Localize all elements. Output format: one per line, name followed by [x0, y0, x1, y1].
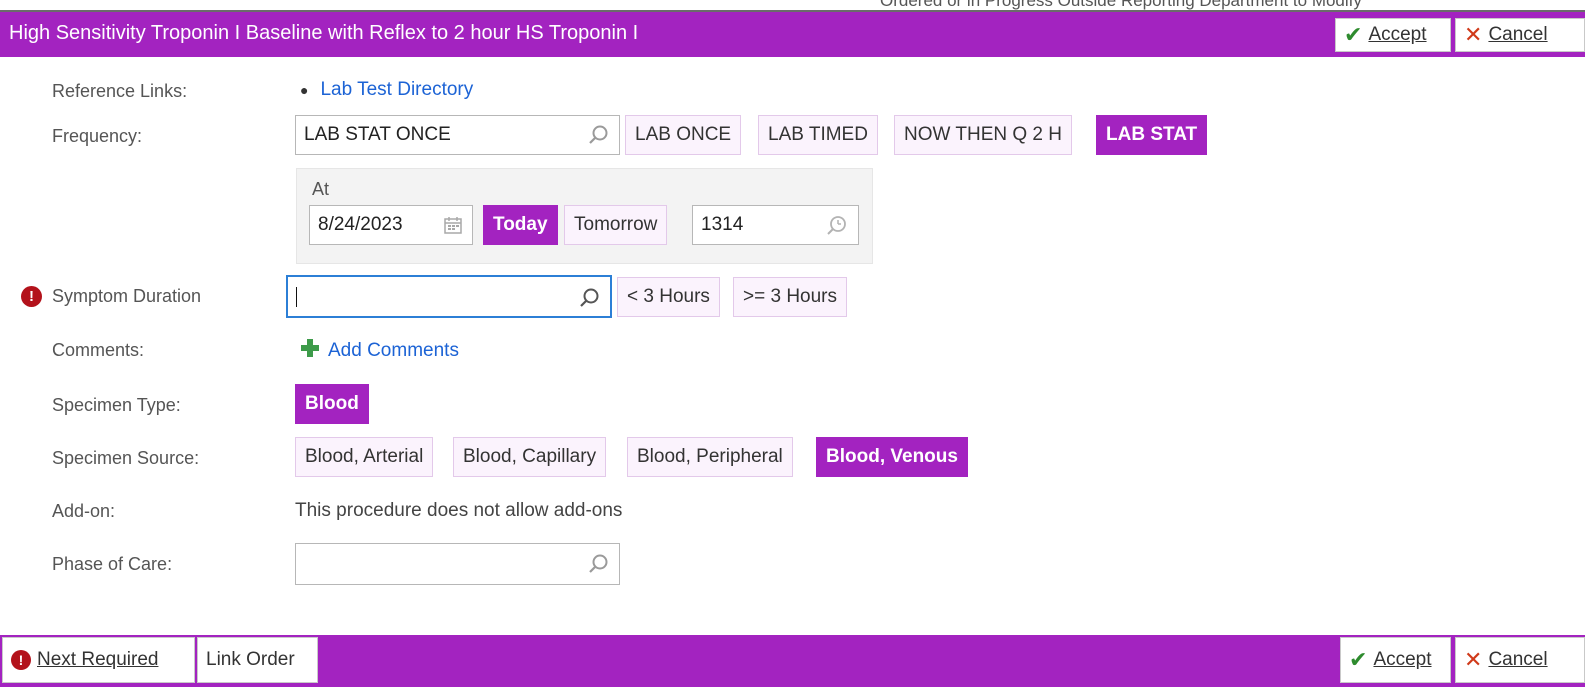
symptom-duration-input[interactable]: [286, 275, 612, 318]
magnifier-icon[interactable]: [579, 287, 601, 315]
link-order-button[interactable]: Link Order: [197, 637, 318, 683]
specimen-type-label: Specimen Type:: [52, 395, 181, 415]
order-footer: ! Next Required Link Order ✔ Accept ✕ Ca…: [0, 635, 1585, 687]
plus-icon: [300, 338, 320, 364]
accept-button[interactable]: ✔ Accept: [1335, 18, 1451, 52]
accept-label: Accept: [1368, 24, 1427, 45]
cancel-button[interactable]: ✕ Cancel: [1455, 18, 1585, 52]
specimen-type-blood[interactable]: Blood: [295, 384, 369, 424]
footer-cancel-button[interactable]: ✕ Cancel: [1455, 637, 1585, 683]
date-value: 8/24/2023: [318, 214, 403, 235]
reference-links-list: ● Lab Test Directory: [300, 79, 473, 101]
today-button[interactable]: Today: [483, 205, 558, 245]
add-comments-label: Add Comments: [328, 340, 459, 361]
next-required-button[interactable]: ! Next Required: [2, 637, 195, 683]
frequency-option-lab-stat[interactable]: LAB STAT: [1096, 115, 1208, 155]
order-header: High Sensitivity Troponin I Baseline wit…: [0, 12, 1585, 57]
x-icon: ✕: [1464, 647, 1483, 672]
footer-cancel-label: Cancel: [1488, 649, 1548, 670]
frequency-label: Frequency:: [52, 126, 143, 146]
phase-of-care-label: Phase of Care:: [52, 554, 173, 574]
exclamation-icon: !: [11, 650, 31, 670]
text-cursor: [296, 286, 297, 307]
link-order-label: Link Order: [206, 649, 295, 670]
comments-label: Comments:: [52, 340, 145, 360]
date-input[interactable]: 8/24/2023: [309, 205, 473, 245]
magnifier-icon[interactable]: [588, 124, 610, 152]
phase-of-care-input[interactable]: [295, 543, 620, 585]
frequency-option-lab-once[interactable]: LAB ONCE: [625, 115, 742, 155]
x-icon: ✕: [1464, 22, 1483, 47]
next-required-label: Next Required: [37, 649, 159, 670]
cancel-label: Cancel: [1488, 24, 1548, 45]
frequency-input[interactable]: LAB STAT ONCE: [295, 115, 620, 155]
order-title: High Sensitivity Troponin I Baseline wit…: [9, 22, 639, 44]
specimen-source-capillary[interactable]: Blood, Capillary: [453, 437, 607, 477]
calendar-icon[interactable]: [443, 215, 463, 241]
footer-accept-label: Accept: [1373, 649, 1432, 670]
symptom-option-lt-3-hours[interactable]: < 3 Hours: [617, 277, 720, 317]
reference-links-label: Reference Links:: [52, 81, 188, 101]
time-value: 1314: [701, 214, 744, 235]
footer-accept-button[interactable]: ✔ Accept: [1340, 637, 1451, 683]
lab-test-directory-link[interactable]: Lab Test Directory: [320, 79, 473, 101]
at-panel: At 8/24/2023 Today Tomorrow 1314: [296, 168, 873, 264]
checkmark-icon: ✔: [1349, 647, 1368, 672]
background-window-strip: Ordered or in Progress Outside Reporting…: [0, 0, 1585, 12]
add-on-text: This procedure does not allow add-ons: [295, 500, 623, 521]
symptom-duration-label: Symptom Duration: [52, 286, 202, 306]
frequency-option-now-then-q2h[interactable]: NOW THEN Q 2 H: [894, 115, 1072, 155]
frequency-value: LAB STAT ONCE: [304, 124, 451, 145]
specimen-source-arterial[interactable]: Blood, Arterial: [295, 437, 434, 477]
checkmark-icon: ✔: [1344, 22, 1363, 47]
required-exclamation-icon: !: [21, 286, 42, 307]
time-search-icon[interactable]: [825, 214, 849, 244]
tomorrow-button[interactable]: Tomorrow: [564, 205, 668, 245]
specimen-source-label: Specimen Source:: [52, 448, 200, 468]
symptom-option-ge-3-hours[interactable]: >= 3 Hours: [733, 277, 847, 317]
add-comments-link[interactable]: Add Comments: [300, 338, 459, 364]
time-input[interactable]: 1314: [692, 205, 859, 245]
magnifier-icon[interactable]: [588, 553, 610, 581]
bullet-icon: ●: [300, 82, 309, 98]
specimen-source-venous[interactable]: Blood, Venous: [816, 437, 968, 477]
frequency-option-lab-timed[interactable]: LAB TIMED: [758, 115, 878, 155]
at-label: At: [312, 179, 330, 199]
specimen-source-peripheral[interactable]: Blood, Peripheral: [627, 437, 793, 477]
add-on-label: Add-on:: [52, 501, 116, 521]
